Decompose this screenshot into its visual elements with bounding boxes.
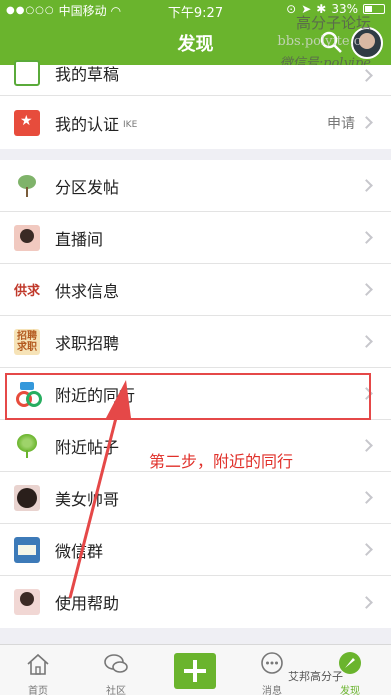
chat-bubbles-icon [104, 654, 128, 673]
home-icon [27, 653, 49, 675]
tab-label: 首页 [28, 686, 48, 695]
footer-watermark: 艾邦高分子 [288, 670, 343, 683]
annotation-text: 第二步，附近的同行 [149, 452, 294, 471]
message-icon [261, 652, 283, 674]
annotation-arrow [68, 380, 131, 599]
add-post-button[interactable] [174, 653, 216, 689]
tab-home[interactable]: 首页 [3, 645, 73, 695]
tab-label: 社区 [106, 686, 126, 695]
tab-community[interactable]: 社区 [81, 645, 151, 695]
